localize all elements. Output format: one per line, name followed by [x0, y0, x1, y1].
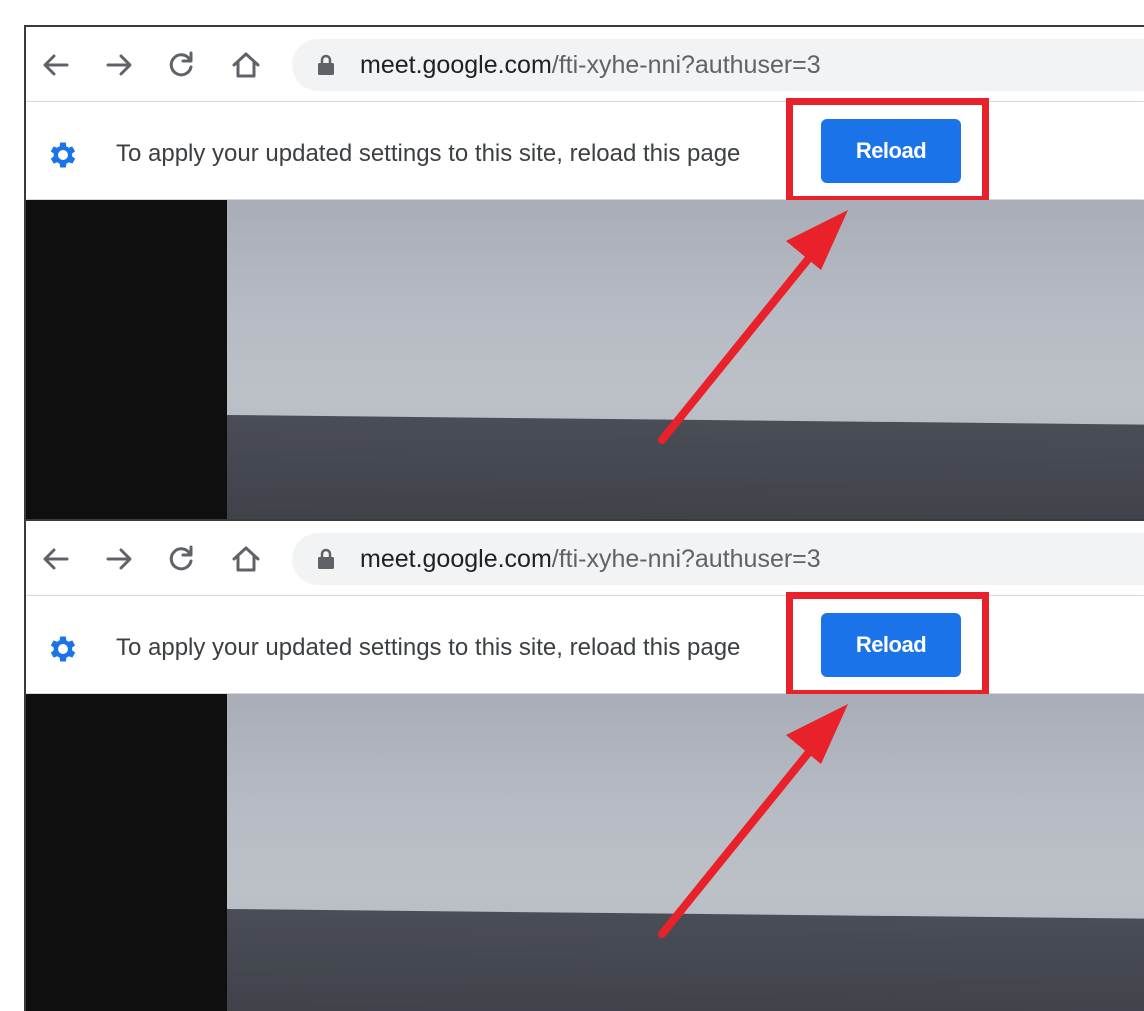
- camera-feed: [227, 200, 1144, 519]
- forward-arrow-icon: [106, 54, 132, 76]
- browser-toolbar: meet.google.com/fti-xyhe-nni?authuser=3: [26, 521, 1144, 596]
- camera-feed-dark-band: [227, 415, 1144, 519]
- browser-panel-bottom: meet.google.com/fti-xyhe-nni?authuser=3 …: [24, 519, 1144, 1011]
- video-side-black: [26, 200, 227, 519]
- lock-icon: [318, 54, 334, 75]
- url-text[interactable]: meet.google.com/fti-xyhe-nni?authuser=3: [360, 544, 821, 574]
- camera-feed: [227, 694, 1144, 1011]
- video-side-black: [26, 694, 227, 1011]
- back-arrow-icon: [43, 548, 69, 570]
- home-button[interactable]: [226, 45, 266, 85]
- settings-infobar: To apply your updated settings to this s…: [26, 592, 1144, 697]
- reload-button[interactable]: Reload: [821, 119, 961, 183]
- reload-page-button[interactable]: [161, 45, 201, 85]
- url-host: meet.google.com: [360, 51, 552, 79]
- infobar-message: To apply your updated settings to this s…: [116, 140, 741, 167]
- back-button[interactable]: [36, 539, 76, 579]
- video-area: [26, 694, 1144, 1011]
- forward-button[interactable]: [99, 45, 139, 85]
- lock-icon: [318, 548, 334, 569]
- url-text[interactable]: meet.google.com/fti-xyhe-nni?authuser=3: [360, 50, 821, 80]
- forward-arrow-icon: [106, 548, 132, 570]
- video-area: [26, 200, 1144, 519]
- browser-toolbar: meet.google.com/fti-xyhe-nni?authuser=3: [26, 27, 1144, 102]
- gear-icon: [50, 142, 76, 168]
- browser-panel-top: meet.google.com/fti-xyhe-nni?authuser=3 …: [24, 25, 1144, 519]
- address-bar[interactable]: meet.google.com/fti-xyhe-nni?authuser=3: [292, 39, 1144, 91]
- url-host: meet.google.com: [360, 545, 552, 573]
- home-icon: [232, 546, 260, 572]
- reload-icon: [169, 51, 193, 77]
- address-bar[interactable]: meet.google.com/fti-xyhe-nni?authuser=3: [292, 533, 1144, 585]
- back-arrow-icon: [43, 54, 69, 76]
- home-icon: [232, 52, 260, 78]
- camera-feed-dark-band: [227, 909, 1144, 1011]
- url-path: /fti-xyhe-nni?authuser=3: [551, 545, 821, 573]
- forward-button[interactable]: [99, 539, 139, 579]
- tutorial-screenshot: meet.google.com/fti-xyhe-nni?authuser=3 …: [0, 0, 1144, 1011]
- settings-infobar: To apply your updated settings to this s…: [26, 98, 1144, 203]
- reload-icon: [169, 545, 193, 571]
- reload-button[interactable]: Reload: [821, 613, 961, 677]
- home-button[interactable]: [226, 539, 266, 579]
- url-path: /fti-xyhe-nni?authuser=3: [551, 51, 821, 79]
- gear-icon: [50, 636, 76, 662]
- back-button[interactable]: [36, 45, 76, 85]
- reload-page-button[interactable]: [161, 539, 201, 579]
- infobar-message: To apply your updated settings to this s…: [116, 634, 741, 661]
